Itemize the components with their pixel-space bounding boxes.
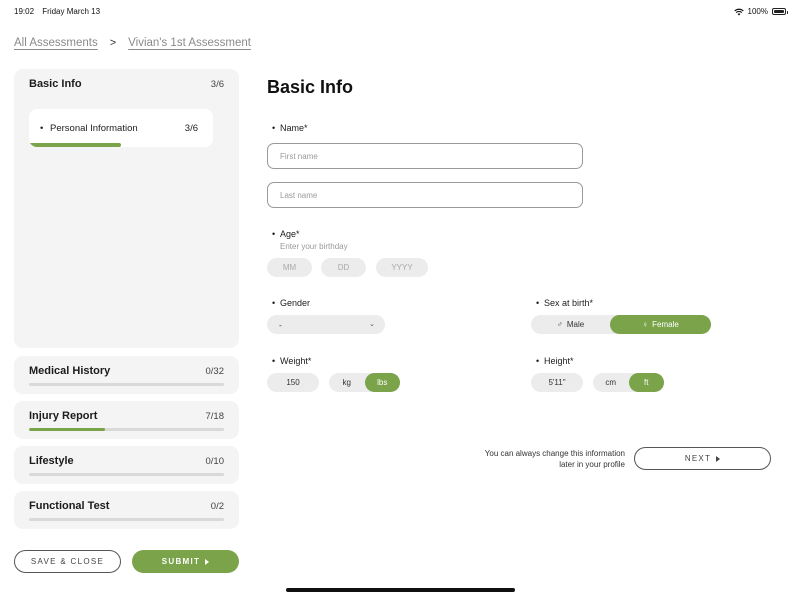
birth-year-input[interactable]: YYYY (376, 258, 428, 277)
page-title: Basic Info (267, 77, 354, 97)
weight-label: Weight* (272, 356, 311, 366)
section-count: 0/2 (210, 501, 224, 512)
section-medical-history[interactable]: Medical History 0/32 (14, 356, 239, 394)
height-unit-toggle: cm ft (593, 373, 664, 392)
gender-label: Gender (272, 298, 310, 308)
status-time: 19:02 (14, 7, 35, 16)
section-title: Functional Test (29, 500, 110, 512)
gender-value: - (279, 319, 282, 330)
section-progress-track (29, 518, 224, 521)
subsection-count: 3/6 (184, 123, 198, 134)
section-count: 7/18 (205, 411, 225, 422)
breadcrumb-separator: > (109, 37, 117, 49)
change-info-note: You can always change this information l… (484, 449, 625, 469)
breadcrumb-current-assessment[interactable]: Vivian's 1st Assessment (128, 37, 251, 49)
subsection-label: Personal Information (40, 123, 138, 134)
save-and-close-button[interactable]: SAVE & CLOSE (14, 550, 121, 573)
status-right: 100% (733, 7, 788, 16)
status-bar: 19:02 Friday March 13 100% (0, 0, 800, 22)
subsection-progress-bar (29, 143, 121, 147)
gender-select[interactable]: - ⌄ (267, 315, 385, 334)
male-label: Male (566, 320, 585, 329)
sex-female-option[interactable]: ♀ Female (610, 315, 711, 334)
section-title: Medical History (29, 365, 111, 377)
status-date: Friday March 13 (42, 7, 101, 16)
submit-label: SUBMIT (161, 557, 201, 566)
battery-icon (772, 8, 788, 15)
sex-at-birth-label: Sex at birth* (536, 298, 593, 308)
age-hint: Enter your birthday (280, 242, 348, 251)
height-label: Height* (536, 356, 574, 366)
section-count: 0/32 (205, 366, 225, 377)
weight-unit-lbs[interactable]: lbs (364, 373, 400, 392)
breadcrumb: All Assessments > Vivian's 1st Assessmen… (14, 37, 251, 49)
section-lifestyle[interactable]: Lifestyle 0/10 (14, 446, 239, 484)
section-injury-report[interactable]: Injury Report 7/18 (14, 401, 239, 439)
section-count: 0/10 (205, 456, 225, 467)
home-indicator (286, 588, 515, 592)
sex-at-birth-toggle: ♂ Male ♀ Female (531, 315, 711, 334)
last-name-input[interactable]: Last name (267, 182, 583, 208)
subsection-personal-information[interactable]: Personal Information 3/6 (29, 109, 213, 147)
status-left: 19:02 Friday March 13 (14, 7, 100, 16)
weight-unit-toggle: kg lbs (329, 373, 400, 392)
birth-month-input[interactable]: MM (267, 258, 312, 277)
breadcrumb-all-assessments[interactable]: All Assessments (14, 37, 98, 49)
birth-day-input[interactable]: DD (321, 258, 366, 277)
section-progress-track (29, 473, 224, 476)
section-title: Injury Report (29, 410, 98, 422)
wifi-icon (733, 8, 744, 15)
height-unit-cm[interactable]: cm (593, 373, 629, 392)
play-arrow-icon (716, 455, 721, 462)
section-title: Basic Info (29, 78, 82, 90)
age-label: Age* (272, 229, 300, 239)
sex-male-option[interactable]: ♂ Male (531, 315, 610, 334)
section-progress-track (29, 428, 224, 431)
section-progress-track (29, 383, 224, 386)
play-arrow-icon (205, 558, 210, 565)
section-basic-info[interactable]: Basic Info 3/6 Personal Information 3/6 (14, 69, 239, 348)
next-button[interactable]: NEXT (634, 447, 771, 470)
name-label: Name* (272, 123, 308, 133)
save-and-close-label: SAVE & CLOSE (30, 557, 105, 566)
section-functional-test[interactable]: Functional Test 0/2 (14, 491, 239, 529)
height-unit-ft[interactable]: ft (628, 373, 664, 392)
submit-button[interactable]: SUBMIT (132, 550, 239, 573)
section-title: Lifestyle (29, 455, 74, 467)
battery-percent: 100% (747, 7, 768, 16)
female-label: Female (652, 320, 679, 329)
weight-input[interactable]: 150 (267, 373, 319, 392)
chevron-down-icon: ⌄ (369, 321, 375, 328)
next-label: NEXT (684, 454, 712, 463)
female-icon: ♀ (642, 320, 649, 329)
section-count: 3/6 (210, 79, 224, 90)
male-icon: ♂ (556, 320, 563, 329)
first-name-input[interactable]: First name (267, 143, 583, 169)
weight-unit-kg[interactable]: kg (329, 373, 365, 392)
section-progress-fill (29, 428, 106, 431)
height-input[interactable]: 5'11" (531, 373, 583, 392)
